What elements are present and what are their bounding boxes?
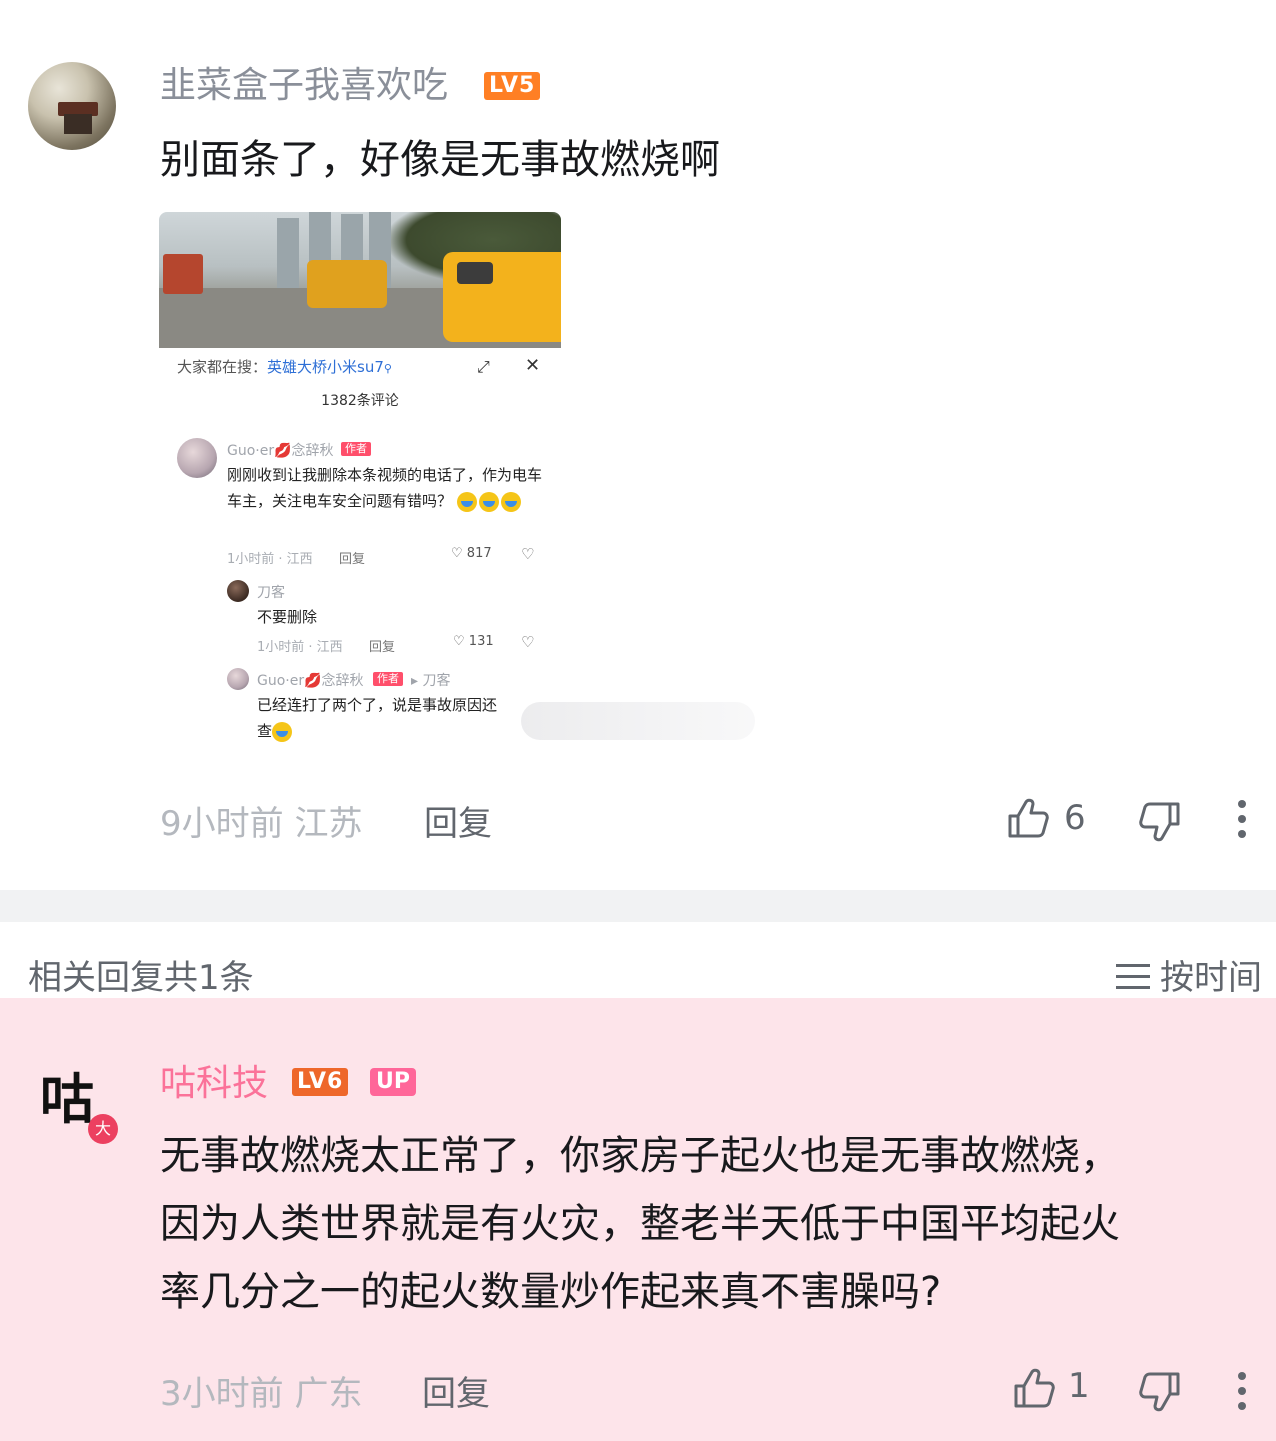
level-badge: LV6	[292, 1068, 349, 1096]
section-divider	[0, 890, 1276, 922]
search-icon: ⚲	[383, 362, 392, 375]
inner-username: 刀客	[257, 585, 285, 601]
like-count: 1	[1068, 1366, 1090, 1406]
inner-comment-text: 已经连打了两个了，说是事故原因还	[257, 696, 498, 714]
inner-username: Guo·er💋念辞秋	[257, 673, 364, 689]
comment-meta: 9小时前 江苏	[160, 804, 363, 844]
heart-broken-icon: ♡	[521, 633, 535, 651]
inner-like: ♡ 131	[453, 634, 494, 649]
main-comment: 韭菜盒子我喜欢吃 LV5 别面条了，好像是无事故燃烧啊 大家都在搜：英雄大桥小米…	[0, 0, 1276, 890]
reply-button[interactable]: 回复	[422, 1366, 490, 1415]
accident-photo	[159, 212, 561, 348]
crying-emoji-icon	[456, 491, 477, 512]
sort-label: 按时间	[1160, 958, 1262, 998]
search-keyword: 英雄大桥小米su7	[267, 358, 384, 376]
reply-button[interactable]: 回复	[424, 796, 492, 845]
level-badge: LV5	[484, 72, 541, 100]
expand-icon: ⤢	[477, 357, 490, 376]
reply-comment: 咕 大 咕科技 LV6 UP 无事故燃烧太正常了，你家房子起火也是无事故燃烧， …	[0, 998, 1276, 1441]
inner-meta: 1小时前 · 江西	[227, 552, 313, 567]
image-loading-bar	[521, 702, 755, 740]
heart-icon: ♡	[451, 546, 463, 561]
comment-count: 1382条评论	[321, 393, 399, 409]
crying-emoji-icon	[478, 491, 499, 512]
avatar-badge: 大	[88, 1114, 118, 1144]
username[interactable]: 韭菜盒子我喜欢吃	[160, 62, 448, 110]
dislike-icon[interactable]	[1138, 1370, 1182, 1414]
author-tag: 作者	[373, 672, 403, 686]
inner-comment-text: 不要删除	[257, 608, 318, 626]
inner-reply: 回复	[339, 552, 366, 567]
username[interactable]: 咕科技	[160, 1060, 268, 1108]
heart-broken-icon: ♡	[521, 545, 535, 563]
close-icon: ✕	[525, 355, 541, 376]
crying-emoji-icon	[500, 491, 521, 512]
inner-reply: 回复	[369, 640, 396, 655]
sort-icon	[1116, 963, 1150, 992]
comment-text: 别面条了，好像是无事故燃烧啊	[160, 137, 720, 183]
comment-meta: 3小时前 广东	[160, 1374, 363, 1414]
like-icon[interactable]	[1012, 1366, 1056, 1410]
like-icon[interactable]	[1006, 796, 1050, 840]
reply-to: ▸ 刀客	[411, 673, 451, 689]
up-badge: UP	[370, 1068, 416, 1096]
comment-image[interactable]: 大家都在搜：英雄大桥小米su7⚲ ⤢ ✕ 1382条评论 Guo·er💋念辞秋 …	[159, 212, 561, 748]
like-count: 6	[1064, 798, 1086, 838]
author-tag: 作者	[341, 442, 371, 456]
more-options-icon[interactable]	[1237, 1372, 1247, 1410]
laughing-emoji-icon	[272, 721, 293, 742]
inner-meta: 1小时前 · 江西	[257, 640, 343, 655]
inner-like: ♡ 817	[451, 546, 492, 561]
related-replies-title: 相关回复共1条	[28, 958, 254, 998]
avatar	[177, 438, 217, 478]
avatar	[227, 580, 249, 602]
avatar-char: 咕	[40, 1068, 94, 1131]
inner-comment-text: 查	[257, 718, 294, 744]
dislike-icon[interactable]	[1138, 800, 1182, 844]
sort-button[interactable]: 按时间	[1116, 950, 1262, 999]
comment-text: 无事故燃烧太正常了，你家房子起火也是无事故燃烧， 因为人类世界就是有火灾，整老半…	[160, 1133, 1120, 1315]
more-options-icon[interactable]	[1237, 800, 1247, 838]
avatar[interactable]: 咕 大	[40, 1070, 120, 1150]
search-prefix: 大家都在搜：	[177, 358, 268, 376]
inner-username: Guo·er💋念辞秋	[227, 443, 334, 459]
heart-icon: ♡	[453, 634, 465, 649]
search-hint: 大家都在搜：英雄大桥小米su7⚲	[177, 356, 392, 377]
avatar	[227, 668, 249, 690]
inner-comment-text: 刚刚收到让我删除本条视频的电话了，作为电车车主，关注电车安全问题有错吗？	[227, 466, 543, 512]
avatar[interactable]	[28, 62, 116, 150]
